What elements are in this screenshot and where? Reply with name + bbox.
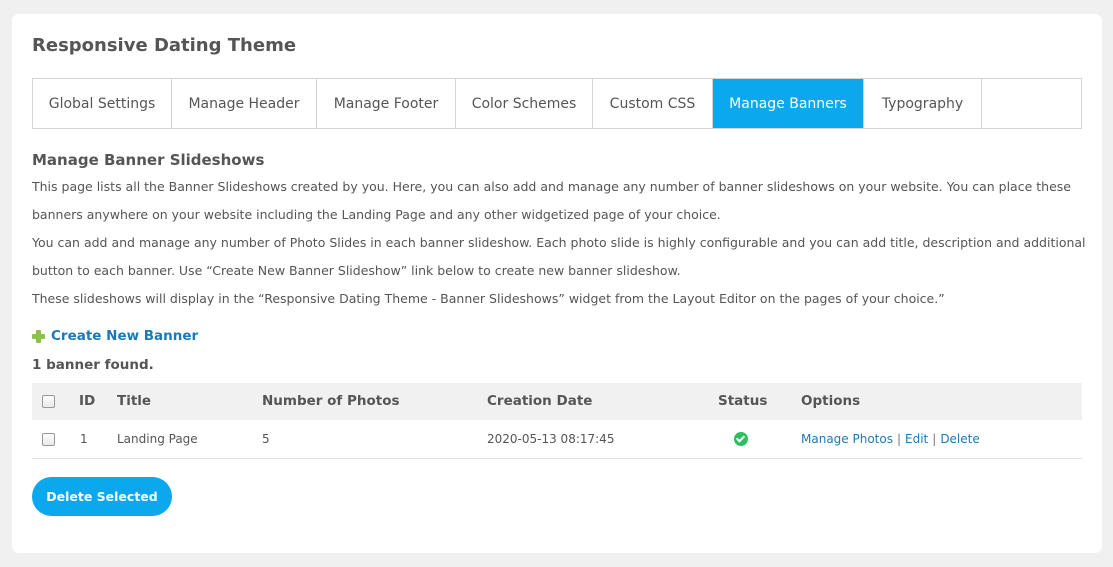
select-all-checkbox[interactable]	[42, 395, 55, 408]
banners-table: ID Title Number of Photos Creation Date …	[32, 383, 1082, 459]
header-id: ID	[79, 393, 96, 409]
row-options: Manage Photos | Edit | Delete	[801, 432, 980, 446]
header-number-of-photos: Number of Photos	[262, 393, 400, 409]
tab-global-settings[interactable]: Global Settings	[33, 79, 172, 128]
tab-color-schemes[interactable]: Color Schemes	[456, 79, 593, 128]
section-description: This page lists all the Banner Slideshow…	[32, 173, 1092, 313]
settings-card: Responsive Dating Theme Global Settings …	[12, 14, 1102, 553]
tab-typography[interactable]: Typography	[863, 79, 982, 128]
edit-link[interactable]: Edit	[905, 432, 928, 446]
tab-manage-header[interactable]: Manage Header	[172, 79, 317, 128]
description-line: button to each banner. Use “Create New B…	[32, 263, 681, 278]
row-checkbox[interactable]	[42, 433, 55, 446]
row-id: 1	[80, 432, 88, 446]
delete-selected-button[interactable]: Delete Selected	[32, 477, 172, 516]
header-options: Options	[801, 393, 861, 409]
description-line: These slideshows will display in the “Re…	[32, 291, 945, 306]
plus-icon	[32, 329, 45, 343]
options-separator: |	[932, 432, 937, 446]
table-header: ID Title Number of Photos Creation Date …	[32, 383, 1082, 420]
section-title: Manage Banner Slideshows	[32, 151, 265, 169]
header-creation-date: Creation Date	[487, 393, 593, 409]
tab-manage-banners[interactable]: Manage Banners	[713, 79, 863, 128]
tab-bar: Global Settings Manage Header Manage Foo…	[32, 78, 1082, 129]
row-title: Landing Page	[117, 432, 198, 446]
tab-custom-css[interactable]: Custom CSS	[593, 79, 713, 128]
manage-photos-link[interactable]: Manage Photos	[801, 432, 893, 446]
header-status: Status	[718, 393, 768, 409]
row-creation-date: 2020-05-13 08:17:45	[487, 432, 615, 446]
table-row: 1 Landing Page 5 2020-05-13 08:17:45 Man…	[32, 420, 1082, 459]
options-separator: |	[896, 432, 902, 446]
tab-manage-footer[interactable]: Manage Footer	[317, 79, 456, 128]
row-number-of-photos: 5	[262, 432, 270, 446]
header-title: Title	[117, 393, 152, 409]
description-line: banners anywhere on your website includi…	[32, 207, 721, 222]
create-new-banner-label: Create New Banner	[51, 328, 199, 344]
description-line: This page lists all the Banner Slideshow…	[32, 179, 1071, 194]
page-title: Responsive Dating Theme	[32, 35, 297, 56]
status-enabled-icon	[734, 432, 748, 446]
create-new-banner-link[interactable]: Create New Banner	[32, 328, 198, 344]
description-line: You can add and manage any number of Pho…	[32, 235, 1086, 250]
results-count: 1 banner found.	[32, 357, 154, 373]
delete-link[interactable]: Delete	[940, 432, 979, 446]
